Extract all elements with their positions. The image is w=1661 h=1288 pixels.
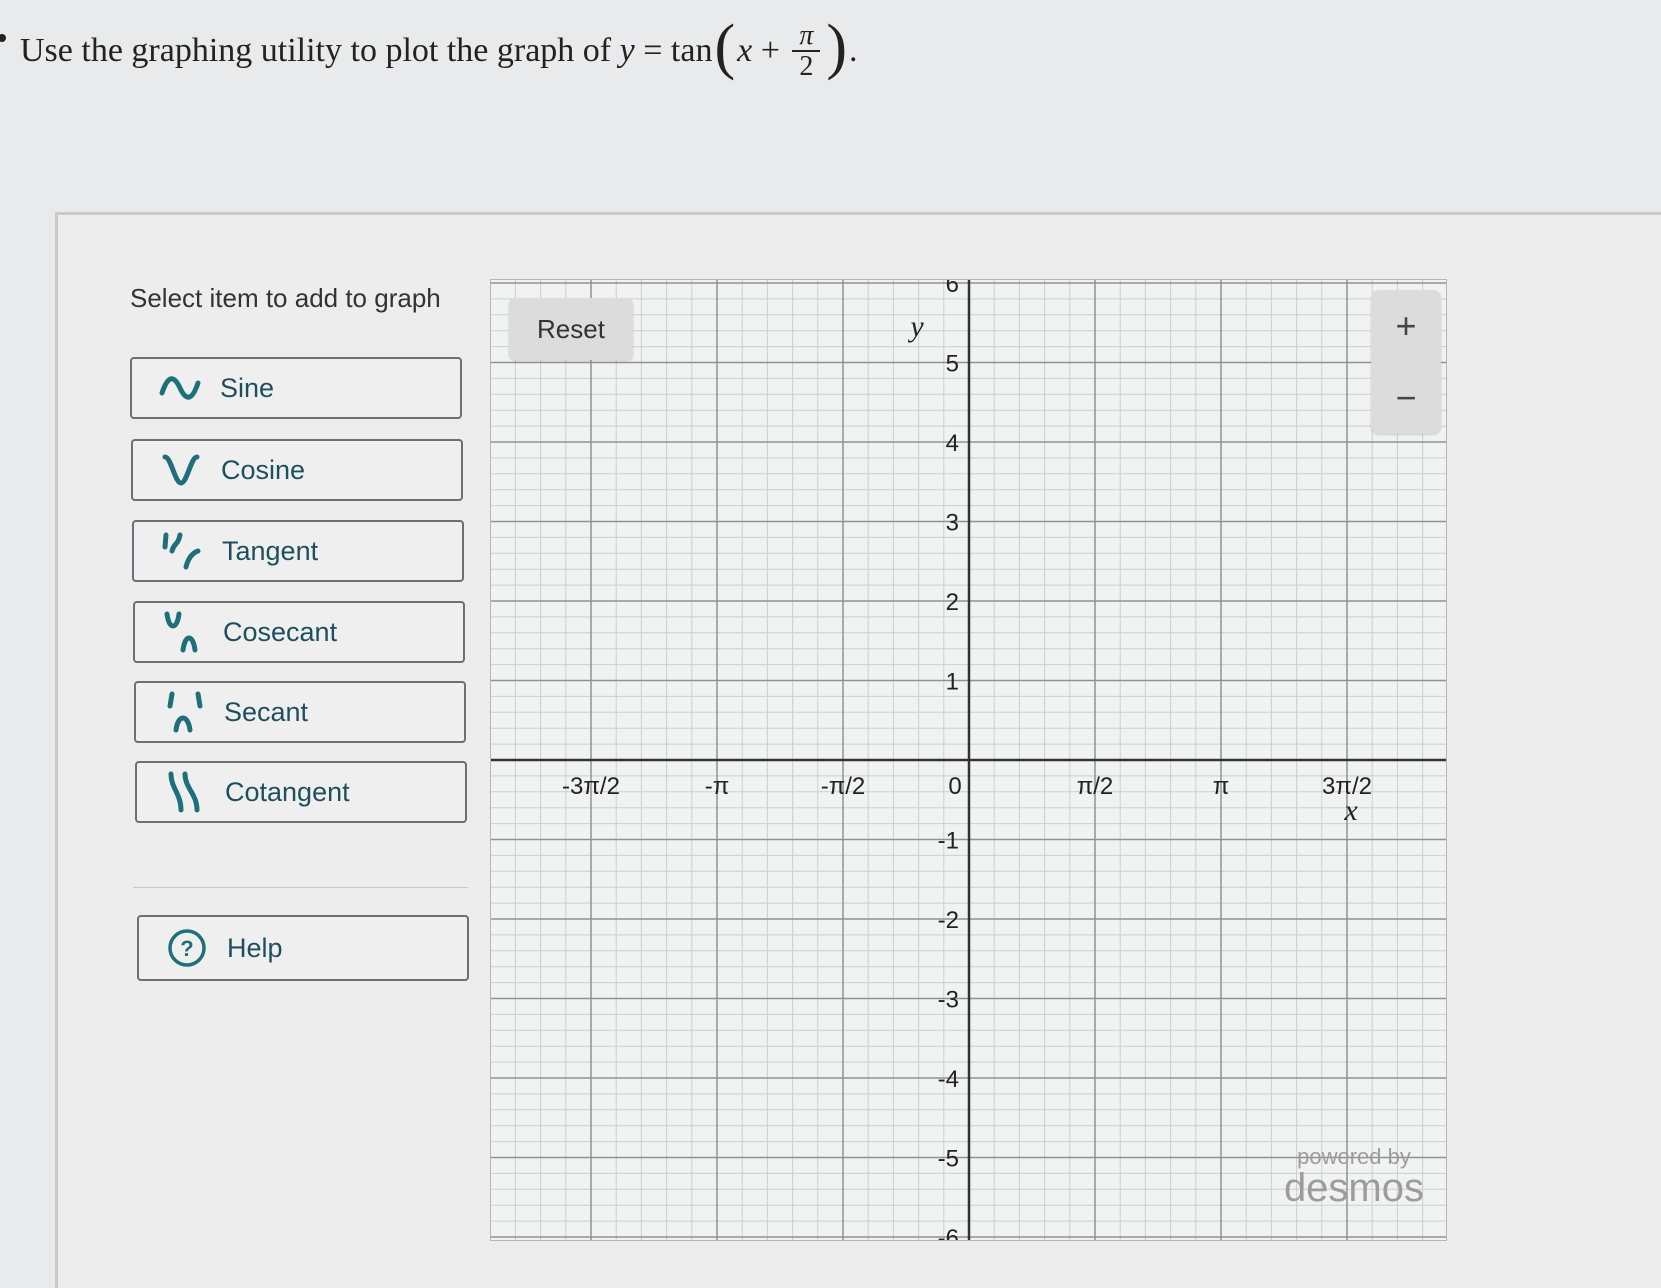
tangent-button[interactable]: Tangent (132, 520, 464, 582)
select-item-label: Select item to add to graph (130, 283, 441, 313)
graph-area[interactable]: -3π/2 -π -π/2 0 π/2 π 3π/2 6 5 4 3 2 1 -1 -2 -3 -4 -5 -6 y x… (490, 279, 1447, 1241)
question-func: tan (670, 32, 713, 69)
graphing-panel: Select item to add to graph Sine Cosine … (55, 212, 1661, 1288)
right-paren: ) (826, 13, 848, 81)
cosecant-icon (153, 610, 213, 654)
help-button[interactable]: ? Help (137, 915, 469, 981)
cosine-label: Cosine (221, 454, 306, 485)
zoom-out-button[interactable]: − (1371, 362, 1441, 434)
y-tick-label: -1 (938, 828, 959, 855)
bullet (0, 34, 6, 42)
secant-label: Secant (224, 696, 309, 727)
left-paren: ( (714, 13, 736, 81)
cotangent-button[interactable]: Cotangent (135, 761, 467, 823)
y-tick-label: -5 (938, 1146, 959, 1173)
x-tick-label: -3π/2 (562, 773, 620, 800)
sine-button[interactable]: Sine (130, 357, 462, 419)
y-axis-label: y (907, 310, 924, 343)
cosine-icon (151, 453, 211, 487)
help-icon: ? (157, 928, 217, 968)
tangent-icon (152, 531, 212, 571)
desmos-brand: powered by desmos (1283, 1144, 1424, 1210)
x-axis-label: x (1343, 794, 1358, 827)
x-tick-label: π (1213, 773, 1230, 800)
secant-icon (154, 690, 214, 734)
cosecant-label: Cosecant (223, 616, 338, 647)
y-tick-label: 1 (946, 669, 959, 696)
question-y: y (619, 32, 635, 69)
x-tick-label: -π (705, 773, 730, 800)
fraction-denominator: 2 (799, 51, 814, 82)
y-tick-label: -3 (938, 987, 959, 1014)
fraction-numerator: π (799, 19, 814, 51)
question-plus: + (760, 32, 780, 69)
y-tick-label: 3 (946, 510, 959, 537)
coordinate-grid[interactable]: -3π/2 -π -π/2 0 π/2 π 3π/2654321-1-2-3-4-5-6yx (491, 280, 1446, 1240)
brand-name: desmos (1283, 1166, 1424, 1210)
brand-powered-by: powered by (1297, 1144, 1411, 1169)
divider (133, 887, 468, 888)
sine-icon (150, 373, 210, 403)
question-period: . (849, 32, 858, 69)
y-tick-label: 2 (946, 589, 959, 616)
tangent-label: Tangent (222, 535, 319, 566)
x-tick-label: π/2 (1077, 773, 1114, 800)
question-prefix: Use the graphing utility to plot the gra… (20, 32, 612, 69)
zoom-in-button[interactable]: + (1371, 290, 1441, 362)
svg-text:?: ? (180, 936, 193, 961)
x-tick-label: 0 (948, 773, 961, 800)
question-equals: = (643, 32, 663, 69)
help-label: Help (227, 932, 283, 963)
y-tick-label: 5 (946, 351, 959, 378)
cotangent-icon (155, 770, 215, 814)
secant-button[interactable]: Secant (134, 681, 466, 743)
question-x: x (737, 32, 753, 69)
sine-label: Sine (220, 372, 275, 403)
question-text: Use the graphing utility to plot the gra… (0, 16, 858, 82)
y-tick-label: -4 (938, 1066, 959, 1093)
y-tick-label: -2 (938, 907, 959, 934)
y-tick-label: 6 (946, 280, 959, 298)
cotangent-label: Cotangent (225, 776, 350, 807)
reset-button[interactable]: Reset (509, 298, 633, 360)
question-fraction: π 2 (792, 19, 821, 82)
y-tick-label: -6 (938, 1225, 959, 1240)
cosecant-button[interactable]: Cosecant (133, 601, 465, 663)
cosine-button[interactable]: Cosine (131, 439, 463, 501)
x-tick-label: -π/2 (821, 773, 866, 800)
y-tick-label: 4 (946, 430, 959, 457)
zoom-controls: + − (1371, 290, 1441, 434)
